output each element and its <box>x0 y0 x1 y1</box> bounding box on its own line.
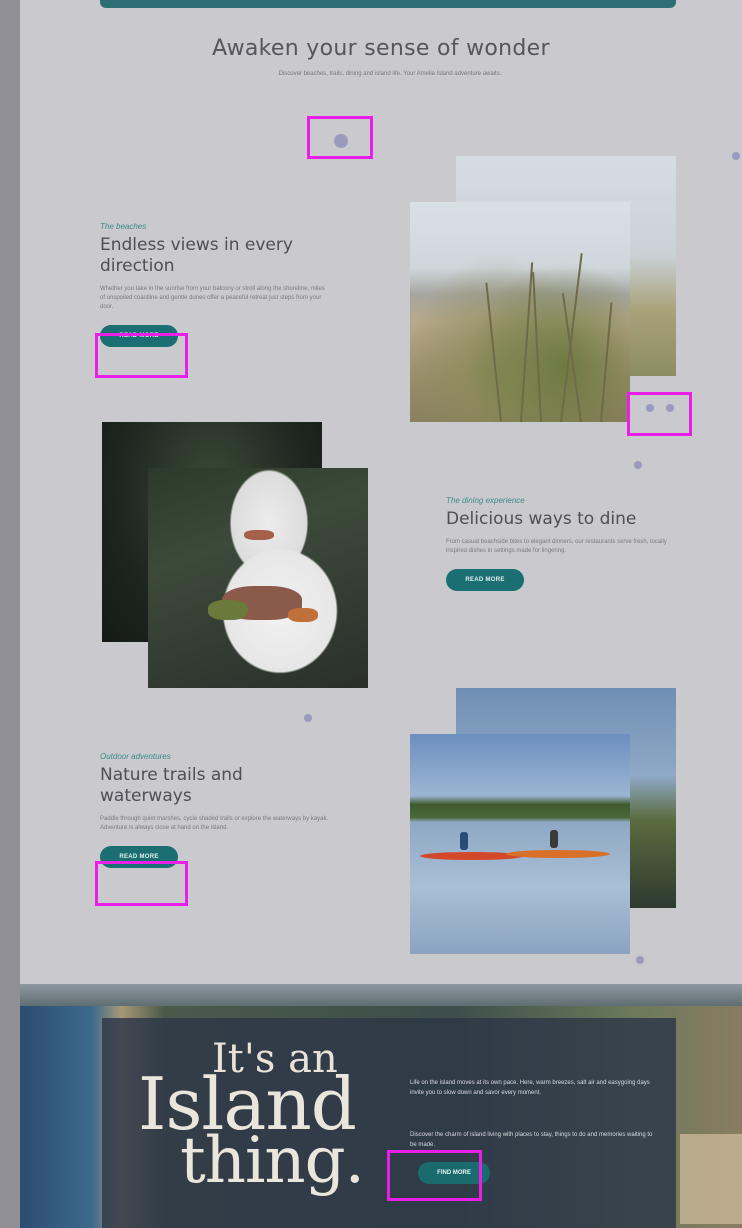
section-body: From casual beachside bites to elegant d… <box>446 539 667 554</box>
section-eyebrow: Outdoor adventures <box>100 752 171 761</box>
section-body: Paddle through quiet marshes, cycle shad… <box>100 816 329 831</box>
section-body: Whether you take in the sunrise from you… <box>100 286 325 310</box>
read-more-button[interactable]: READ MORE <box>446 569 524 591</box>
highlight-box <box>387 1150 482 1201</box>
island-banner <box>20 984 742 1228</box>
dining-photo-front <box>148 468 368 688</box>
decor-dot <box>732 152 740 160</box>
island-paragraph-1: Life on the island moves at its own pace… <box>410 1080 650 1096</box>
section-beaches: The beaches Endless views in every direc… <box>100 222 330 347</box>
section-eyebrow: The beaches <box>100 222 147 231</box>
section-nature: Outdoor adventures Nature trails and wat… <box>100 752 330 868</box>
section-dining: The dining experience Delicious ways to … <box>446 496 676 591</box>
section-heading: Endless views in every direction <box>100 235 293 276</box>
beach-photo-front <box>410 202 630 422</box>
section-eyebrow: The dining experience <box>446 496 525 505</box>
kayak-photo-front <box>410 734 630 954</box>
decor-dot <box>634 461 642 469</box>
hero-title: Awaken your sense of wonder <box>212 36 550 61</box>
highlight-box <box>627 392 692 436</box>
hero-subtitle: Discover beaches, trails, dining and isl… <box>278 71 502 77</box>
island-script-line3: thing. <box>180 1124 365 1198</box>
highlight-box <box>95 333 188 378</box>
section-heading: Nature trails and waterways <box>100 765 243 806</box>
decor-dot <box>304 714 312 722</box>
island-paragraph-2: Discover the charm of island living with… <box>410 1132 653 1148</box>
section-heading: Delicious ways to dine <box>446 509 637 529</box>
top-nav-bar <box>100 0 676 8</box>
highlight-box <box>95 861 188 906</box>
decor-dot <box>636 956 644 964</box>
page: Awaken your sense of wonder Discover bea… <box>20 0 742 1228</box>
highlight-box <box>307 116 373 159</box>
